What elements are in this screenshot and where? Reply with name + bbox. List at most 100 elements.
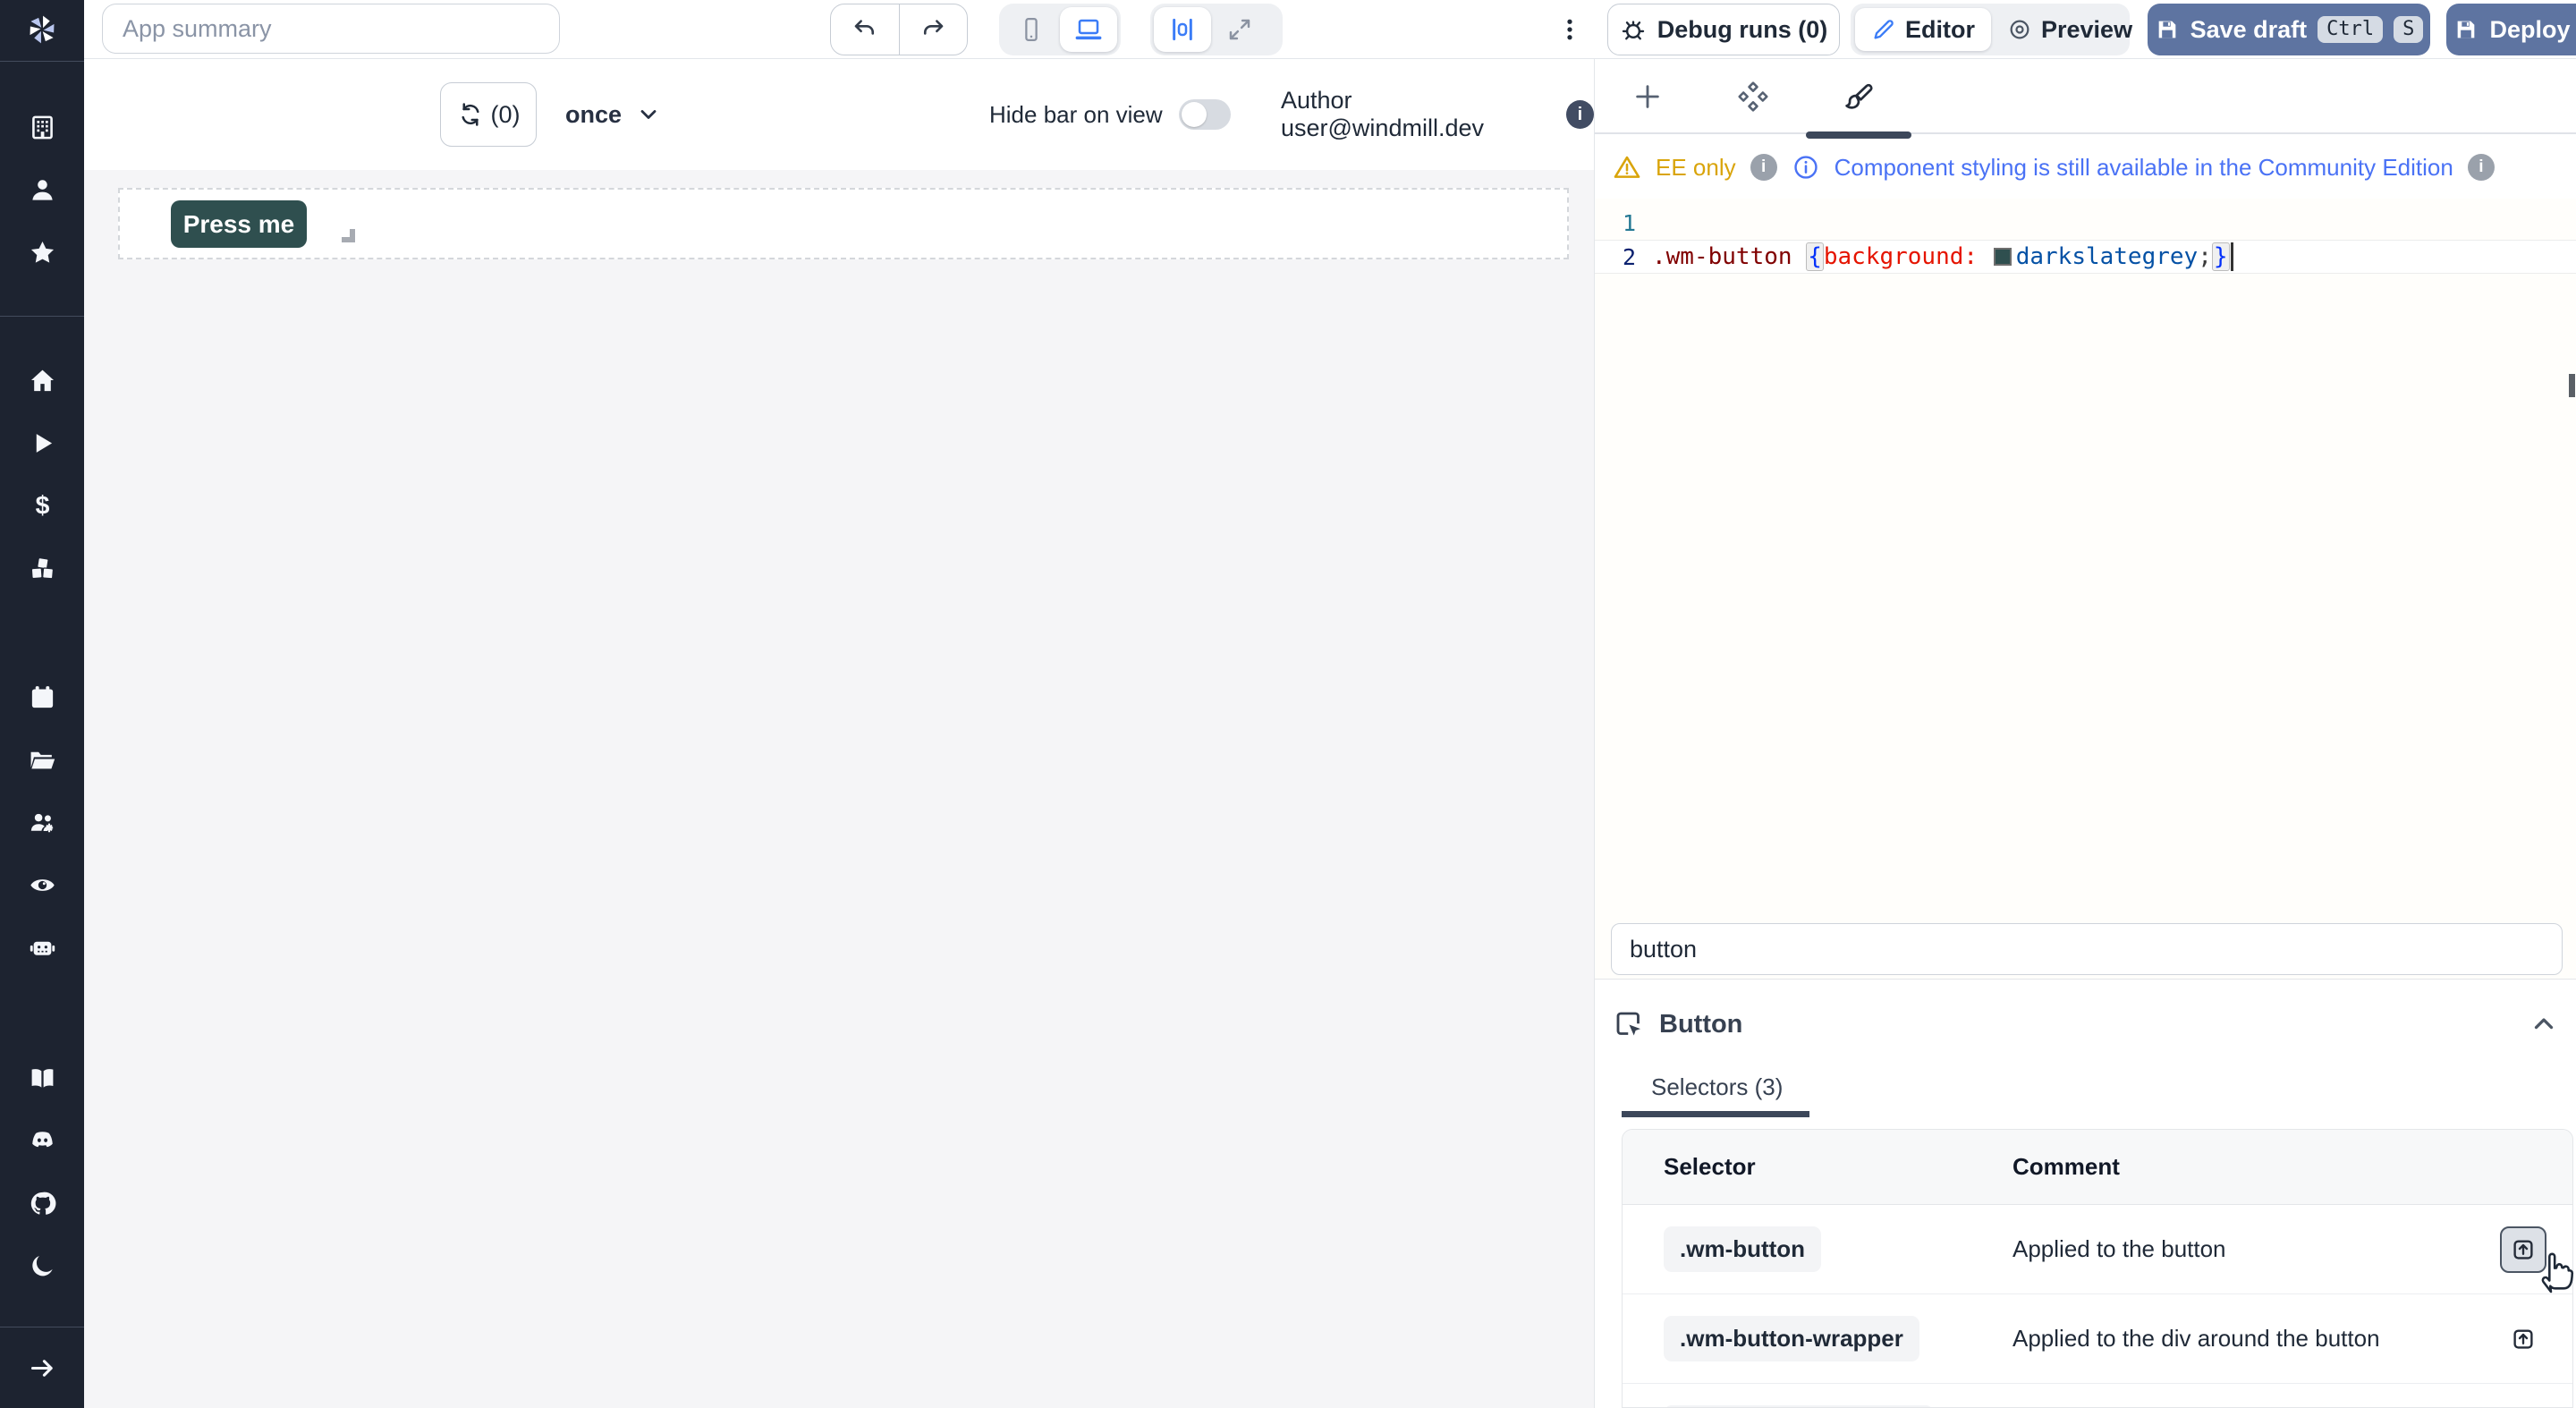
- cubes-icon[interactable]: [0, 537, 84, 599]
- star-icon[interactable]: [0, 221, 84, 284]
- redo-icon: [919, 16, 946, 43]
- chevron-up-icon[interactable]: [2529, 1009, 2559, 1039]
- schedule-dropdown[interactable]: once: [565, 82, 661, 147]
- line-number: 1: [1595, 210, 1636, 236]
- chevron-down-icon: [636, 102, 661, 127]
- text-caret: [2231, 242, 2233, 271]
- info-icon[interactable]: i: [2468, 154, 2495, 181]
- paintbrush-icon: [1843, 81, 1875, 113]
- tab-styling[interactable]: [1806, 59, 1911, 134]
- right-panel: EE only i Component styling is still ava…: [1594, 59, 2576, 1408]
- laptop-icon: [1074, 15, 1103, 44]
- app-canvas-region: (0) once Hide bar on view Author user@wi…: [84, 59, 1594, 1408]
- code-content: .wm-button {background: darkslategrey;}: [1636, 242, 2233, 271]
- folder-icon[interactable]: [0, 728, 84, 791]
- color-swatch[interactable]: [1994, 248, 2012, 266]
- css-value-token: darkslategrey: [2016, 243, 2199, 270]
- info-circle-icon: [1792, 153, 1820, 182]
- tab-preview[interactable]: Preview: [1991, 8, 2148, 51]
- cursor-click-icon: [1613, 1008, 1645, 1040]
- hide-bar-label: Hide bar on view: [989, 101, 1163, 129]
- users-gear-icon[interactable]: [0, 791, 84, 853]
- selector-chip: .wm-button: [1664, 1226, 1821, 1272]
- selectors-table: Selector Comment .wm-button Applied to t…: [1622, 1129, 2573, 1408]
- kbd-s: S: [2394, 16, 2423, 43]
- sidebar-divider: [0, 61, 84, 62]
- topbar: Debug runs (0) Editor Preview Save draft…: [84, 0, 2576, 59]
- css-code-editor[interactable]: 1 2 .wm-button {background: darkslategre…: [1595, 199, 2576, 980]
- css-property-token: background:: [1824, 243, 1978, 270]
- table-header-row: Selector Comment: [1623, 1130, 2572, 1205]
- save-draft-button[interactable]: Save draft Ctrl S: [2148, 4, 2430, 55]
- hide-bar-toggle[interactable]: [1179, 99, 1231, 130]
- deploy-button[interactable]: Deploy: [2446, 4, 2576, 55]
- app-summary-input[interactable]: [102, 4, 560, 54]
- code-line-current[interactable]: 2 .wm-button {background: darkslategrey;…: [1595, 240, 2576, 274]
- refresh-count: (0): [491, 101, 521, 129]
- components-diamonds-icon: [1737, 81, 1769, 113]
- author-label: Author user@windmill.dev: [1281, 87, 1554, 142]
- dollar-icon[interactable]: $: [0, 474, 84, 537]
- save-icon: [2155, 17, 2180, 42]
- tab-editor[interactable]: Editor: [1855, 8, 1991, 51]
- more-menu-button[interactable]: [1556, 4, 1583, 55]
- book-icon[interactable]: [0, 1047, 84, 1109]
- center-content-button[interactable]: [1154, 7, 1211, 52]
- desktop-view-button[interactable]: [1060, 7, 1117, 52]
- apply-selector-button[interactable]: [2500, 1405, 2546, 1408]
- deploy-label: Deploy: [2489, 16, 2570, 44]
- debug-runs-button[interactable]: Debug runs (0): [1607, 4, 1840, 55]
- code-line[interactable]: 1: [1595, 206, 2576, 240]
- undo-icon: [852, 16, 878, 43]
- mobile-icon: [1018, 16, 1045, 43]
- arrow-right-icon[interactable]: [0, 1327, 84, 1408]
- resize-handle[interactable]: [342, 229, 355, 242]
- tab-add-component[interactable]: [1595, 59, 1700, 134]
- apply-selector-button[interactable]: [2500, 1316, 2546, 1362]
- github-icon[interactable]: [0, 1172, 84, 1234]
- windmill-logo[interactable]: [23, 11, 61, 48]
- info-icon[interactable]: i: [1750, 154, 1777, 181]
- tab-components[interactable]: [1700, 59, 1806, 134]
- preview-eye-icon: [2007, 17, 2032, 42]
- info-icon[interactable]: i: [1566, 100, 1594, 129]
- user-icon[interactable]: [0, 158, 84, 221]
- selector-comment: Applied to the div around the button: [2012, 1325, 2474, 1353]
- redo-button[interactable]: [899, 4, 968, 55]
- discord-icon[interactable]: [0, 1109, 84, 1172]
- building-icon[interactable]: [0, 96, 84, 158]
- robot-icon[interactable]: [0, 916, 84, 979]
- tab-selectors[interactable]: Selectors (3): [1651, 1073, 1783, 1101]
- eye-icon[interactable]: [0, 853, 84, 916]
- canvas-toolbar: (0) once Hide bar on view Author user@wi…: [84, 59, 1594, 170]
- column-header-selector: Selector: [1623, 1153, 2012, 1181]
- device-toggle-group: [999, 4, 1121, 55]
- home-icon[interactable]: [0, 349, 84, 411]
- undo-button[interactable]: [831, 4, 899, 55]
- sidebar-divider: [0, 316, 84, 317]
- community-edition-note[interactable]: Component styling is still available in …: [1835, 154, 2453, 182]
- css-selector-token: .wm-button: [1652, 243, 1792, 270]
- component-section-header[interactable]: Button: [1613, 1000, 2559, 1048]
- press-me-button[interactable]: Press me: [171, 200, 307, 248]
- moon-icon[interactable]: [0, 1234, 84, 1297]
- play-icon[interactable]: [0, 411, 84, 474]
- bug-icon: [1620, 16, 1647, 43]
- canvas-body[interactable]: Press me: [84, 170, 1594, 1408]
- apply-selector-button[interactable]: [2500, 1226, 2546, 1273]
- deploy-save-icon: [2453, 17, 2479, 42]
- semicolon-token: ;: [2198, 243, 2212, 270]
- calendar-icon[interactable]: [0, 666, 84, 728]
- fullscreen-button[interactable]: [1211, 7, 1268, 52]
- table-row: .wm-button-container Applied to the butt…: [1623, 1384, 2572, 1408]
- component-grid-row[interactable]: Press me: [118, 188, 1569, 259]
- mobile-view-button[interactable]: [1003, 7, 1060, 52]
- component-search-input[interactable]: [1611, 923, 2563, 975]
- selector-comment: Applied to the button: [2012, 1235, 2474, 1263]
- table-row: .wm-button-wrapper Applied to the div ar…: [1623, 1294, 2572, 1384]
- ee-only-label: EE only: [1656, 154, 1736, 182]
- kbd-ctrl: Ctrl: [2318, 16, 2383, 43]
- refresh-button[interactable]: (0): [440, 82, 537, 147]
- table-row: .wm-button Applied to the button: [1623, 1205, 2572, 1294]
- selector-chip: .wm-button-wrapper: [1664, 1316, 1919, 1361]
